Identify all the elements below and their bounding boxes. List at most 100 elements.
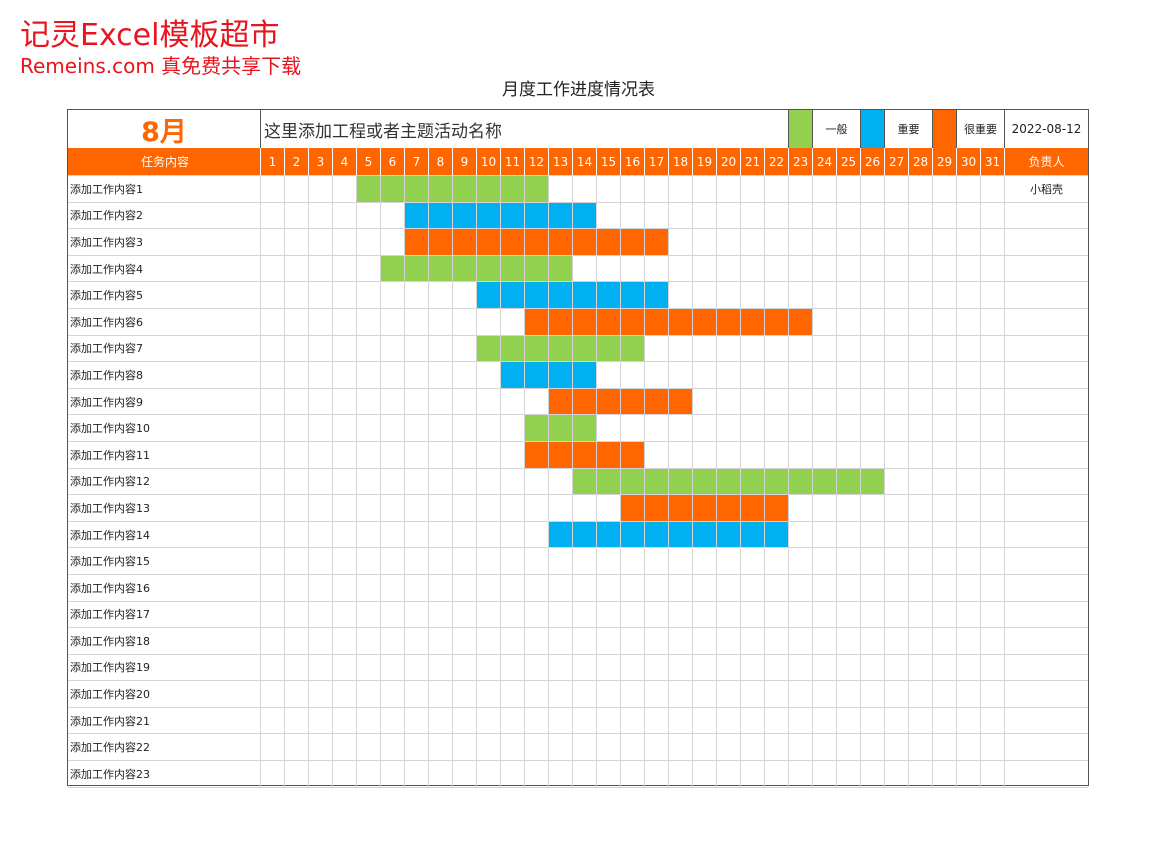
day-cell[interactable] [717, 362, 741, 388]
day-cell[interactable] [981, 335, 1005, 362]
day-cell[interactable] [741, 734, 765, 761]
day-cell[interactable] [549, 548, 573, 574]
day-cell[interactable] [645, 628, 669, 654]
day-cell[interactable] [621, 176, 645, 202]
day-cell[interactable] [813, 308, 837, 335]
day-cell[interactable] [813, 415, 837, 441]
day-cell[interactable] [837, 388, 861, 415]
task-name[interactable]: 添加工作内容22 [68, 734, 261, 761]
day-cell[interactable] [789, 707, 813, 734]
day-cell[interactable] [285, 282, 309, 308]
gantt-bar-cell[interactable] [429, 229, 453, 255]
gantt-bar-cell[interactable] [501, 282, 525, 308]
day-cell[interactable] [717, 415, 741, 441]
day-cell[interactable] [765, 761, 789, 787]
day-cell[interactable] [285, 388, 309, 415]
day-cell[interactable] [885, 654, 909, 681]
day-cell[interactable] [789, 388, 813, 415]
task-owner[interactable] [1005, 442, 1088, 468]
day-cell[interactable] [645, 574, 669, 601]
day-cell[interactable] [597, 601, 621, 628]
gantt-bar-cell[interactable] [741, 468, 765, 495]
day-cell[interactable] [597, 202, 621, 229]
day-cell[interactable] [477, 681, 501, 707]
day-cell[interactable] [669, 707, 693, 734]
gantt-bar-cell[interactable] [597, 468, 621, 495]
day-cell[interactable] [861, 707, 885, 734]
day-cell[interactable] [501, 654, 525, 681]
day-cell[interactable] [285, 308, 309, 335]
day-cell[interactable] [573, 707, 597, 734]
day-cell[interactable] [381, 628, 405, 654]
task-owner[interactable] [1005, 655, 1088, 681]
gantt-bar-cell[interactable] [477, 335, 501, 362]
gantt-bar-cell[interactable] [405, 255, 429, 282]
task-owner[interactable] [1005, 309, 1088, 335]
day-cell[interactable] [861, 761, 885, 787]
day-cell[interactable] [645, 761, 669, 787]
day-cell[interactable] [837, 548, 861, 574]
gantt-bar-cell[interactable] [645, 229, 669, 255]
day-cell[interactable] [741, 628, 765, 654]
day-cell[interactable] [669, 601, 693, 628]
day-cell[interactable] [909, 335, 933, 362]
day-cell[interactable] [885, 335, 909, 362]
task-owner[interactable] [1005, 548, 1088, 574]
day-cell[interactable] [597, 681, 621, 707]
day-cell[interactable] [885, 734, 909, 761]
gantt-bar-cell[interactable] [621, 441, 645, 468]
day-cell[interactable] [501, 495, 525, 521]
gantt-bar-cell[interactable] [453, 202, 477, 229]
day-cell[interactable] [861, 415, 885, 441]
day-cell[interactable] [357, 415, 381, 441]
day-cell[interactable] [261, 761, 285, 787]
day-cell[interactable] [813, 229, 837, 255]
day-cell[interactable] [861, 255, 885, 282]
day-cell[interactable] [909, 574, 933, 601]
gantt-bar-cell[interactable] [477, 229, 501, 255]
day-cell[interactable] [765, 388, 789, 415]
day-cell[interactable] [597, 761, 621, 787]
day-cell[interactable] [765, 548, 789, 574]
day-cell[interactable] [525, 574, 549, 601]
day-cell[interactable] [741, 681, 765, 707]
gantt-bar-cell[interactable] [621, 229, 645, 255]
day-cell[interactable] [477, 468, 501, 495]
day-cell[interactable] [957, 628, 981, 654]
day-cell[interactable] [285, 255, 309, 282]
day-cell[interactable] [957, 574, 981, 601]
day-cell[interactable] [285, 362, 309, 388]
day-cell[interactable] [477, 362, 501, 388]
day-cell[interactable] [597, 415, 621, 441]
day-cell[interactable] [861, 548, 885, 574]
day-cell[interactable] [285, 441, 309, 468]
day-cell[interactable] [405, 308, 429, 335]
day-cell[interactable] [789, 441, 813, 468]
day-cell[interactable] [909, 628, 933, 654]
day-cell[interactable] [645, 441, 669, 468]
day-cell[interactable] [573, 628, 597, 654]
day-cell[interactable] [981, 415, 1005, 441]
gantt-bar-cell[interactable] [549, 388, 573, 415]
gantt-bar-cell[interactable] [693, 521, 717, 548]
gantt-bar-cell[interactable] [501, 202, 525, 229]
day-cell[interactable] [285, 468, 309, 495]
day-cell[interactable] [813, 574, 837, 601]
day-cell[interactable] [981, 362, 1005, 388]
day-cell[interactable] [837, 441, 861, 468]
day-cell[interactable] [837, 521, 861, 548]
day-cell[interactable] [429, 495, 453, 521]
day-cell[interactable] [405, 495, 429, 521]
gantt-bar-cell[interactable] [549, 441, 573, 468]
day-cell[interactable] [813, 548, 837, 574]
day-cell[interactable] [957, 229, 981, 255]
gantt-bar-cell[interactable] [477, 202, 501, 229]
day-cell[interactable] [693, 761, 717, 787]
gantt-bar-cell[interactable] [597, 229, 621, 255]
day-cell[interactable] [333, 176, 357, 202]
day-cell[interactable] [453, 548, 477, 574]
day-cell[interactable] [957, 495, 981, 521]
day-cell[interactable] [885, 601, 909, 628]
day-cell[interactable] [261, 362, 285, 388]
gantt-bar-cell[interactable] [861, 468, 885, 495]
